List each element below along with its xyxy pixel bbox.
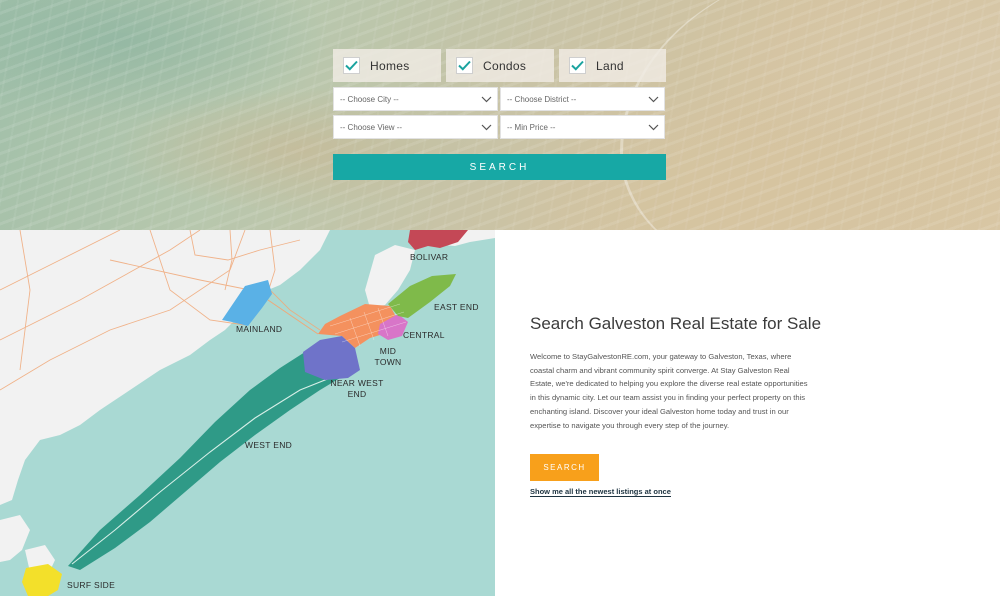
east-end-label[interactable]: EAST END — [434, 302, 479, 313]
land-label: Land — [596, 58, 624, 73]
search-button[interactable]: SEARCH — [333, 154, 666, 180]
view-select[interactable]: -- Choose View -- — [333, 115, 498, 139]
city-select[interactable]: -- Choose City -- — [333, 87, 498, 111]
mainland-landmass — [0, 230, 330, 505]
coast-land-left — [0, 515, 30, 562]
check-icon — [571, 60, 584, 71]
check-icon — [345, 60, 358, 71]
city-select-value: -- Choose City -- — [340, 94, 399, 104]
map-canvas — [0, 230, 495, 596]
chevron-down-icon — [481, 96, 492, 102]
property-type-row: Homes Condos Land — [333, 49, 666, 82]
newest-listings-link[interactable]: Show me all the newest listings at once — [530, 487, 671, 498]
land-checkbox[interactable] — [569, 57, 586, 74]
district-select-value: -- Choose District -- — [507, 94, 577, 104]
condos-checkbox[interactable] — [456, 57, 473, 74]
view-select-value: -- Choose View -- — [340, 122, 403, 132]
page-title: Search Galveston Real Estate for Sale — [530, 314, 822, 333]
select-row-2: -- Choose View -- -- Min Price -- — [333, 115, 666, 139]
homes-label: Homes — [370, 58, 410, 73]
intro-paragraph: Welcome to StayGalvestonRE.com, your gat… — [530, 352, 808, 430]
west-end-label[interactable]: WEST END — [245, 440, 292, 451]
mainland-label[interactable]: MAINLAND — [236, 324, 282, 335]
shoreline-decoration — [620, 0, 1000, 230]
central-label[interactable]: CENTRAL — [403, 330, 445, 341]
select-row-1: -- Choose City -- -- Choose District -- — [333, 87, 666, 111]
chevron-down-icon — [648, 124, 659, 130]
check-icon — [458, 60, 471, 71]
search-cta-button[interactable]: SEARCH — [530, 454, 599, 482]
min-price-select-value: -- Min Price -- — [507, 122, 556, 132]
near-west-end-label[interactable]: NEAR WEST END — [328, 378, 386, 400]
intro-content: Search Galveston Real Estate for Sale We… — [530, 312, 822, 499]
min-price-select[interactable]: -- Min Price -- — [500, 115, 665, 139]
surf-side-region[interactable] — [22, 564, 62, 596]
land-toggle[interactable]: Land — [559, 49, 666, 82]
homes-checkbox[interactable] — [343, 57, 360, 74]
search-form: Homes Condos Land -- Choose City -- -- C… — [333, 49, 666, 180]
bolivar-region[interactable] — [408, 230, 468, 250]
condos-label: Condos — [483, 58, 527, 73]
chevron-down-icon — [481, 124, 492, 130]
bolivar-label[interactable]: BOLIVAR — [410, 252, 448, 263]
district-select[interactable]: -- Choose District -- — [500, 87, 665, 111]
midtown-label[interactable]: MID TOWN — [373, 346, 403, 368]
galveston-region-map: BOLIVAR MAINLAND EAST END CENTRAL MID TO… — [0, 230, 495, 596]
hero-banner: Homes Condos Land -- Choose City -- -- C… — [0, 0, 1000, 230]
homes-toggle[interactable]: Homes — [333, 49, 441, 82]
surf-side-label[interactable]: SURF SIDE — [67, 580, 115, 591]
condos-toggle[interactable]: Condos — [446, 49, 554, 82]
chevron-down-icon — [648, 96, 659, 102]
